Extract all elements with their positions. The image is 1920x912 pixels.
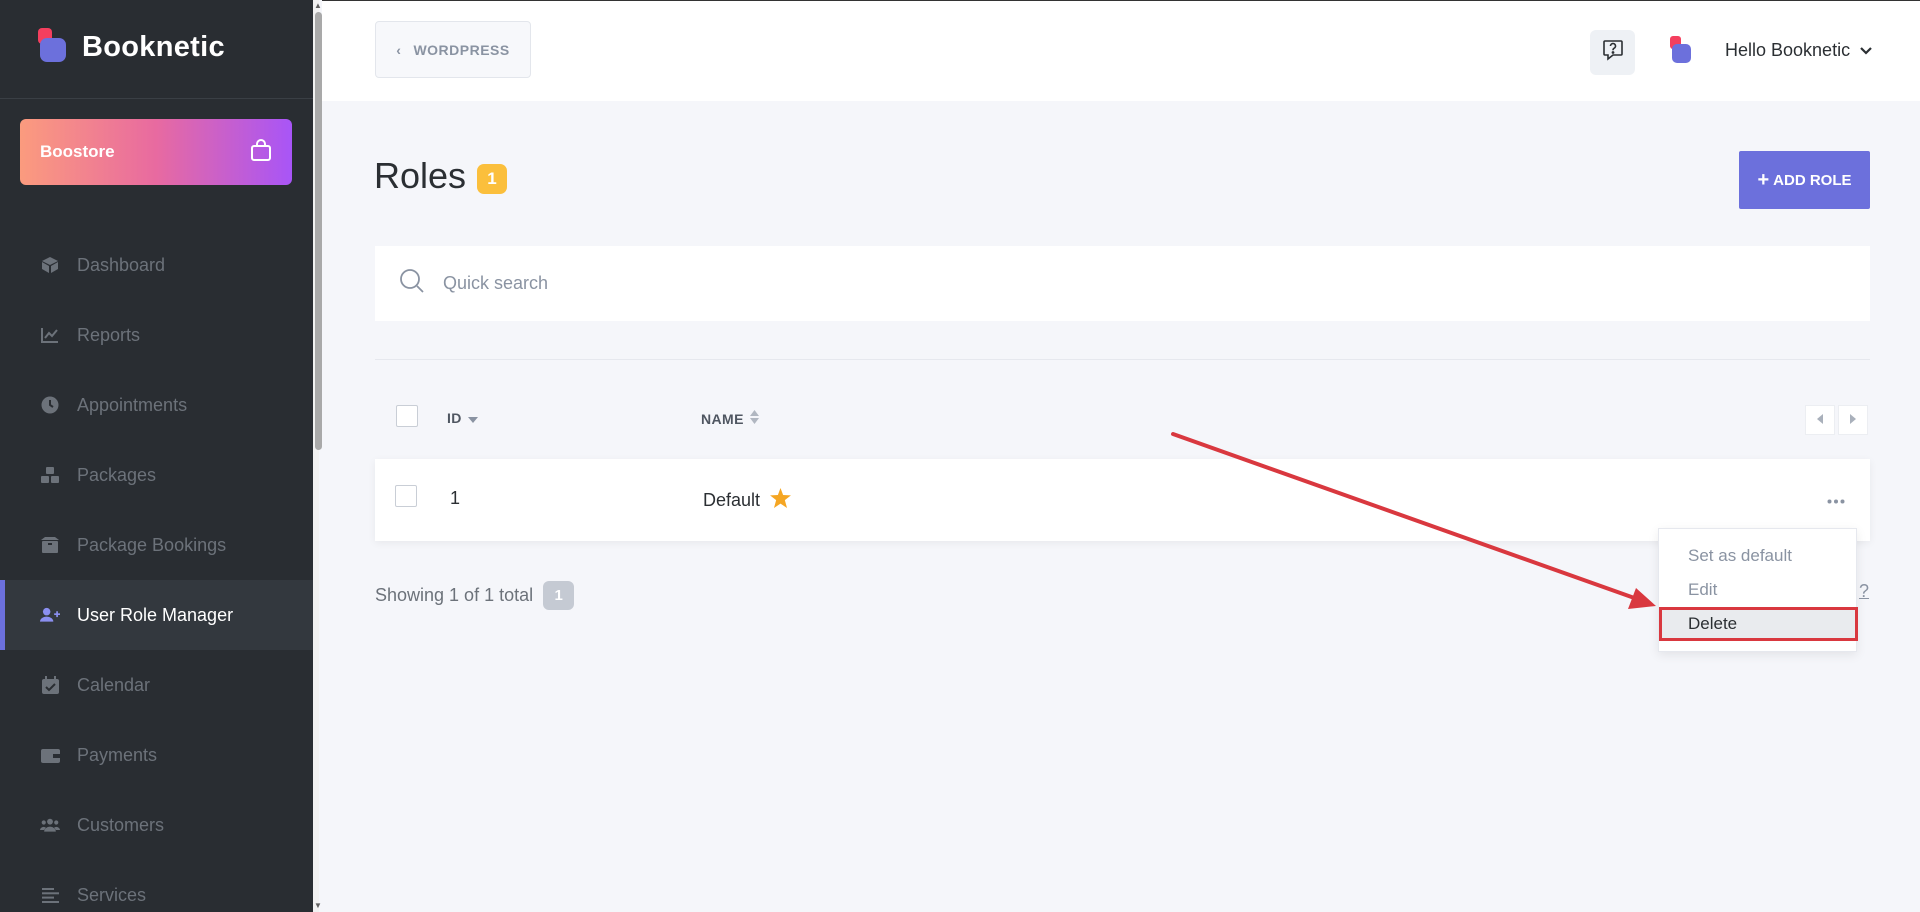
sidebar-item-label: Payments	[77, 744, 158, 765]
scroll-down-arrow-icon[interactable]: ▼	[314, 902, 322, 910]
roles-count-badge: 1	[477, 164, 507, 194]
box-icon	[40, 255, 60, 275]
sidebar-item-label: Appointments	[77, 394, 188, 415]
wordpress-back-button[interactable]: ‹ WORDPRESS	[375, 21, 531, 78]
sidebar-item-calendar[interactable]: Calendar	[0, 650, 313, 720]
menu-item-delete[interactable]: Delete	[1659, 607, 1858, 641]
sort-desc-icon	[467, 410, 478, 426]
page-title: Roles	[374, 155, 467, 196]
plus-icon: +	[1757, 168, 1770, 191]
column-header-id[interactable]: ID	[447, 410, 478, 426]
table-row[interactable]	[375, 459, 1870, 541]
shopping-bag-icon	[250, 138, 272, 167]
boostore-label: Boostore	[40, 142, 115, 161]
sidebar-item-package-bookings[interactable]: Package Bookings	[0, 510, 313, 580]
sidebar-item-label: Dashboard	[77, 254, 166, 275]
caret-right-icon	[1850, 411, 1856, 429]
wordpress-label: WORDPRESS	[413, 41, 510, 58]
showing-count-pill: 1	[543, 581, 575, 610]
role-name-cell: Default	[703, 488, 791, 513]
column-header-label: NAME	[701, 410, 744, 427]
user-menu[interactable]: Hello Booknetic	[1725, 40, 1872, 61]
sidebar: Booknetic Boostore Dashboard Reports App…	[0, 0, 313, 912]
sidebar-item-label: Services	[77, 884, 147, 905]
user-plus-icon	[40, 605, 60, 625]
sidebar-item-customers[interactable]: Customers	[0, 790, 313, 860]
chevron-left-icon: ‹	[396, 41, 402, 58]
clock-icon	[40, 395, 60, 415]
question-chat-icon	[1602, 39, 1624, 66]
sidebar-item-payments[interactable]: Payments	[0, 720, 313, 790]
topbar: ‹ WORDPRESS Hello Booknetic	[322, 0, 1920, 101]
calendar-icon	[40, 675, 60, 695]
pagination-info: Showing 1 of 1 total 1	[375, 581, 575, 610]
sidebar-item-appointments[interactable]: Appointments	[0, 370, 313, 440]
wallet-icon	[40, 745, 60, 765]
sidebar-item-label: Package Bookings	[77, 534, 227, 555]
sidebar-item-label: Reports	[77, 324, 141, 345]
search-input[interactable]	[443, 273, 1743, 294]
user-avatar-logo-icon[interactable]	[1670, 36, 1692, 68]
showing-text: Showing 1 of 1 total	[375, 585, 534, 605]
sidebar-item-services[interactable]: Services	[0, 860, 313, 912]
list-icon	[40, 885, 60, 905]
search-box	[375, 246, 1870, 321]
sidebar-item-reports[interactable]: Reports	[0, 300, 313, 370]
scroll-up-arrow-icon[interactable]: ▲	[314, 2, 322, 10]
column-header-label: ID	[447, 410, 462, 426]
row-more-options-button[interactable]	[1821, 490, 1851, 510]
app-window: Booknetic Boostore Dashboard Reports App…	[0, 0, 1920, 912]
boostore-button[interactable]: Boostore	[20, 119, 292, 185]
column-header-name[interactable]: NAME	[701, 410, 759, 427]
sidebar-item-dashboard[interactable]: Dashboard	[0, 230, 313, 300]
add-role-label: ADD ROLE	[1773, 171, 1852, 189]
sidebar-item-label: Calendar	[77, 674, 151, 695]
default-star-icon	[770, 488, 791, 513]
chevron-down-icon	[1860, 42, 1872, 60]
brand-name: Booknetic	[82, 31, 225, 63]
sidebar-item-user-role-manager[interactable]: User Role Manager	[0, 580, 313, 650]
sort-icon	[749, 410, 759, 427]
role-name: Default	[703, 490, 761, 510]
row-checkbox[interactable]	[395, 485, 417, 507]
brand[interactable]: Booknetic	[38, 28, 225, 67]
row-actions-dropdown: Set as default Edit Delete	[1658, 528, 1858, 652]
menu-item-set-as-default[interactable]: Set as default	[1659, 539, 1858, 573]
role-id: 1	[450, 488, 461, 508]
boxes-icon	[40, 465, 60, 485]
scroll-right-button[interactable]	[1838, 405, 1868, 435]
gift-box-icon	[40, 535, 60, 555]
sidebar-item-packages[interactable]: Packages	[0, 440, 313, 510]
search-icon	[399, 268, 425, 299]
scroll-left-button[interactable]	[1805, 405, 1835, 435]
scrollbar-thumb[interactable]	[315, 12, 322, 450]
add-role-button[interactable]: + ADD ROLE	[1739, 151, 1870, 209]
users-icon	[40, 815, 60, 835]
booknetic-logo-icon	[38, 28, 68, 67]
help-link[interactable]: ?	[1859, 581, 1869, 602]
select-all-checkbox[interactable]	[396, 405, 418, 427]
content-divider	[375, 359, 1870, 360]
sidebar-item-label: Customers	[77, 814, 165, 835]
help-button[interactable]	[1590, 30, 1635, 75]
sidebar-nav: Dashboard Reports Appointments Packages	[0, 230, 313, 912]
menu-item-edit[interactable]: Edit	[1659, 573, 1858, 607]
sidebar-item-label: User Role Manager	[77, 604, 234, 625]
user-greeting: Hello Booknetic	[1725, 40, 1851, 60]
chart-icon	[40, 325, 60, 345]
caret-left-icon	[1817, 411, 1823, 429]
sidebar-divider	[0, 98, 313, 99]
sidebar-item-label: Packages	[77, 464, 157, 485]
more-horizontal-icon	[1827, 491, 1845, 509]
